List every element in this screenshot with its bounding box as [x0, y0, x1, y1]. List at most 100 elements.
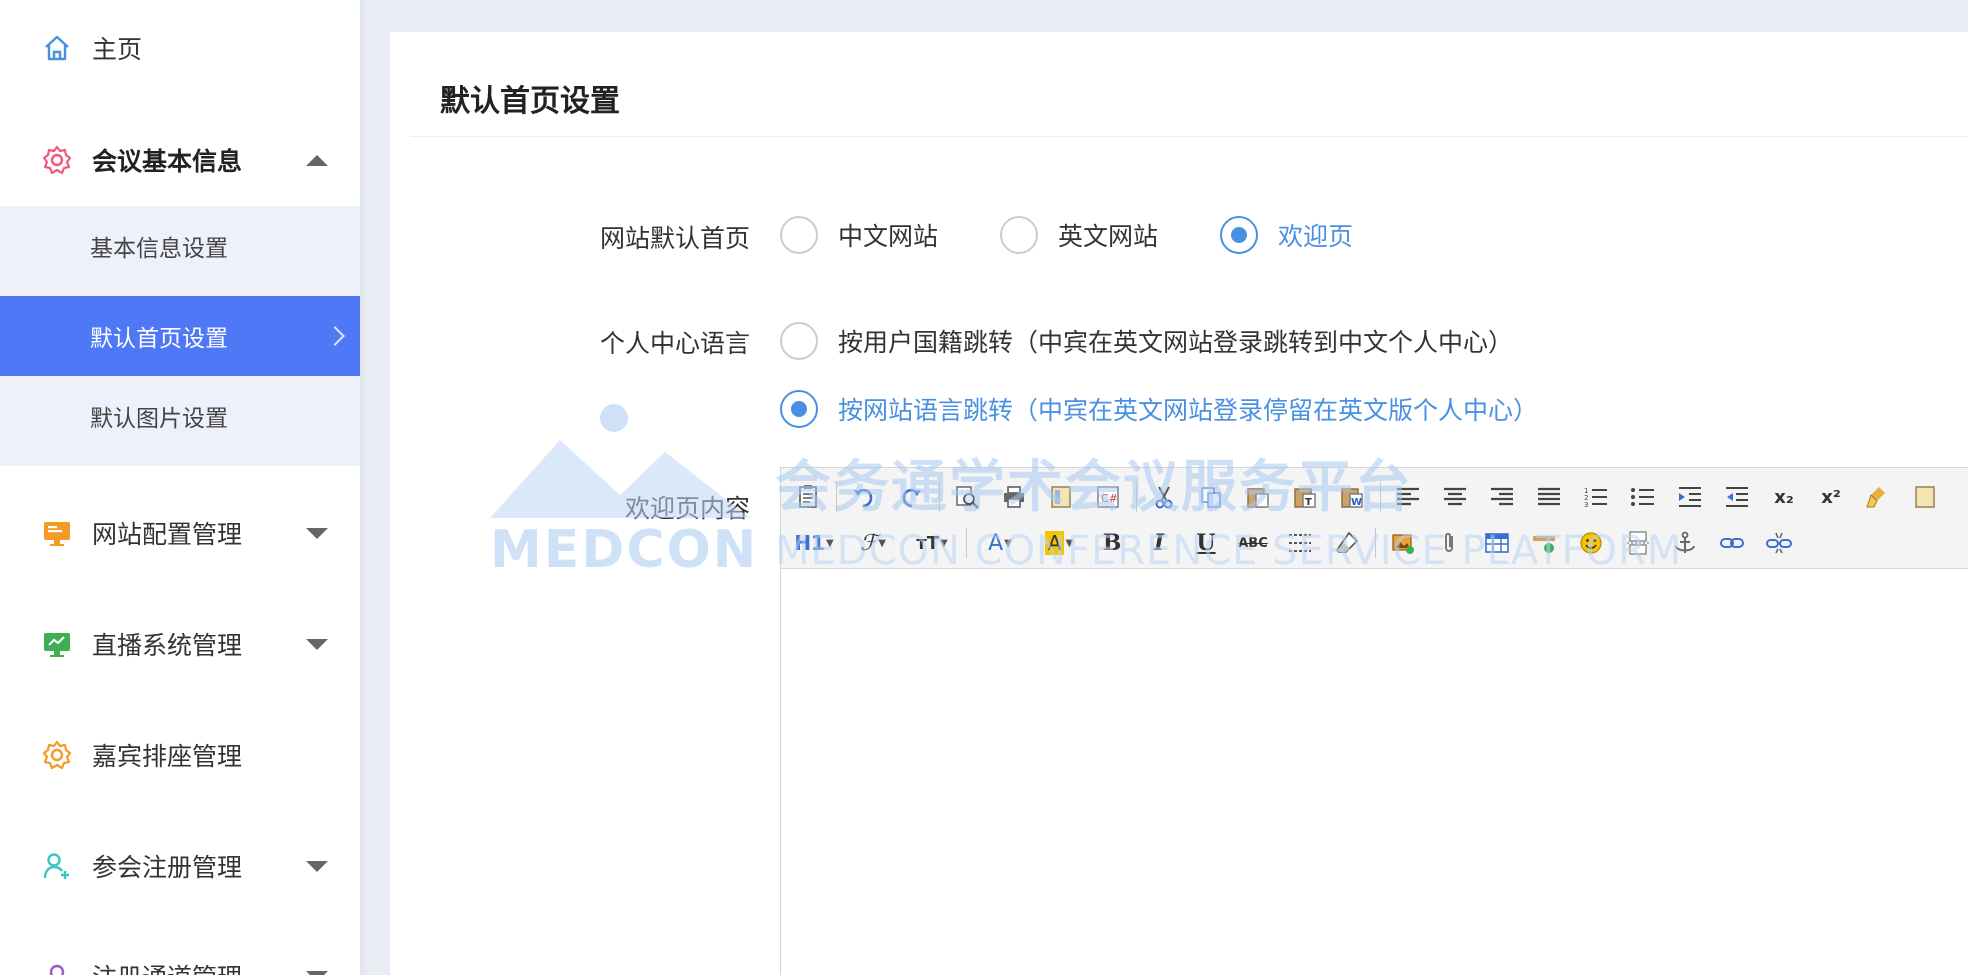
caret-down-icon	[306, 970, 328, 975]
dropdown-arrow-icon: ▼	[940, 537, 948, 549]
radio-circle	[780, 322, 818, 360]
subscript-icon[interactable]: x₂	[1765, 478, 1803, 516]
radio-label: 英文网站	[1058, 222, 1159, 251]
radio-label: 欢迎页	[1278, 222, 1354, 251]
sidebar-item-registration-channel[interactable]: 注册通道管理	[0, 946, 360, 975]
radio-by-site-language[interactable]: 按网站语言跳转（中宾在英文网站登录停留在英文版个人中心）	[780, 390, 1538, 428]
link-icon[interactable]	[1713, 524, 1751, 562]
preview-icon[interactable]	[948, 478, 986, 516]
toolbar-separator	[1136, 482, 1137, 512]
code-icon[interactable]: C#	[1089, 478, 1127, 516]
clear-format-brush-icon[interactable]	[1859, 478, 1897, 516]
font-size-icon: тT	[916, 532, 939, 554]
svg-text:T: T	[1305, 497, 1312, 508]
font-color-label: A	[988, 530, 1004, 556]
default-home-label: 网站默认首页	[599, 224, 750, 253]
bg-color-dropdown[interactable]: A ▼	[1034, 524, 1084, 562]
sidebar-subitem-default-home[interactable]: 默认首页设置	[0, 296, 360, 376]
redo-icon[interactable]	[892, 478, 930, 516]
paste-text-icon[interactable]: T	[1286, 478, 1324, 516]
outdent-icon[interactable]	[1718, 478, 1756, 516]
superscript-label: x²	[1821, 486, 1841, 508]
align-center-icon[interactable]	[1436, 478, 1474, 516]
sidebar-subitem-default-image[interactable]: 默认图片设置	[0, 376, 360, 456]
caret-down-icon	[306, 860, 328, 872]
bg-color-label: A	[1044, 531, 1065, 555]
sidebar-item-registration[interactable]: 参会注册管理	[0, 836, 360, 896]
strikethrough-button[interactable]: ABC	[1234, 524, 1272, 562]
heading-dropdown[interactable]: H1 ▼	[789, 524, 839, 562]
radio-english-site[interactable]: 英文网站	[1000, 216, 1158, 254]
unlink-icon[interactable]	[1760, 524, 1798, 562]
paste-word-icon[interactable]: W	[1333, 478, 1371, 516]
dropdown-arrow-icon: ▼	[1004, 537, 1012, 549]
radio-circle	[1000, 216, 1038, 254]
sidebar-item-website-config[interactable]: 网站配置管理	[0, 503, 360, 563]
rich-text-editor[interactable]: C# T W 123 x₂ x² H1 ▼ ℱ ▼ тT ▼ A ▼ A ▼ B…	[780, 467, 1968, 975]
user-icon	[40, 959, 74, 975]
svg-text:C#: C#	[1101, 492, 1118, 505]
page-title: 默认首页设置	[440, 84, 620, 119]
italic-button[interactable]: I	[1140, 524, 1178, 562]
svg-text:3: 3	[1584, 501, 1588, 509]
cut-icon[interactable]	[1145, 478, 1183, 516]
align-left-icon[interactable]	[1389, 478, 1427, 516]
radio-label: 按用户国籍跳转（中宾在英文网站登录跳转到中文个人中心）	[838, 328, 1514, 357]
undo-icon[interactable]	[845, 478, 883, 516]
attachment-icon[interactable]	[1431, 524, 1469, 562]
font-family-dropdown[interactable]: ℱ ▼	[848, 524, 898, 562]
sidebar-item-meeting-info[interactable]: 会议基本信息	[0, 130, 360, 190]
underline-button[interactable]: U	[1187, 524, 1225, 562]
radio-welcome-page[interactable]: 欢迎页	[1220, 216, 1353, 254]
horizontal-rule-icon[interactable]	[1281, 524, 1319, 562]
sidebar-item-home[interactable]: 主页	[0, 18, 360, 78]
align-justify-icon[interactable]	[1530, 478, 1568, 516]
sidebar-item-live-system[interactable]: 直播系统管理	[0, 614, 360, 674]
caret-down-icon	[306, 638, 328, 650]
emoji-icon[interactable]	[1572, 524, 1610, 562]
toolbar-row-2: H1 ▼ ℱ ▼ тT ▼ A ▼ A ▼ B I U ABC	[789, 522, 1807, 564]
copy-icon[interactable]	[1192, 478, 1230, 516]
indent-icon[interactable]	[1671, 478, 1709, 516]
radio-circle	[780, 216, 818, 254]
heading-label: H1	[794, 531, 825, 555]
chevron-right-icon	[325, 326, 345, 346]
insert-frame-icon[interactable]	[1525, 524, 1563, 562]
subitem-label: 默认图片设置	[90, 406, 228, 432]
settings-panel: 默认首页设置 网站默认首页 中文网站 英文网站 欢迎页 个人中心语言 按用户国籍…	[390, 32, 1968, 975]
source-icon[interactable]	[789, 478, 827, 516]
toolbar-separator	[1380, 482, 1381, 512]
sidebar: 主页 会议基本信息 基本信息设置 默认首页设置 默认图片设置 网站配置管理 直播…	[0, 0, 360, 975]
strike-label: ABC	[1238, 535, 1268, 551]
bold-label: B	[1102, 530, 1122, 556]
eraser-icon[interactable]	[1328, 524, 1366, 562]
radio-circle	[780, 390, 818, 428]
ordered-list-icon[interactable]: 123	[1577, 478, 1615, 516]
more-icon[interactable]	[1906, 478, 1944, 516]
radio-label: 按网站语言跳转（中宾在英文网站登录停留在英文版个人中心）	[838, 396, 1539, 425]
user-add-icon	[40, 849, 74, 883]
sidebar-item-guest-seating[interactable]: 嘉宾排座管理	[0, 725, 360, 785]
sidebar-item-label: 嘉宾排座管理	[92, 742, 243, 771]
anchor-icon[interactable]	[1666, 524, 1704, 562]
paste-icon[interactable]	[1239, 478, 1277, 516]
font-color-dropdown[interactable]: A ▼	[975, 524, 1025, 562]
radio-by-nationality[interactable]: 按用户国籍跳转（中宾在英文网站登录跳转到中文个人中心）	[780, 322, 1513, 360]
bold-button[interactable]: B	[1093, 524, 1131, 562]
editor-toolbar: C# T W 123 x₂ x² H1 ▼ ℱ ▼ тT ▼ A ▼ A ▼ B…	[781, 468, 1968, 569]
template-icon[interactable]	[1042, 478, 1080, 516]
superscript-icon[interactable]: x²	[1812, 478, 1850, 516]
table-icon[interactable]	[1478, 524, 1516, 562]
sidebar-subitem-basic-info[interactable]: 基本信息设置	[0, 206, 360, 286]
editor-content-area[interactable]	[781, 568, 1968, 975]
toolbar-separator	[836, 482, 837, 512]
font-family-icon: ℱ	[860, 530, 878, 556]
page-break-icon[interactable]	[1619, 524, 1657, 562]
toolbar-separator	[1375, 528, 1376, 558]
print-icon[interactable]	[995, 478, 1033, 516]
align-right-icon[interactable]	[1483, 478, 1521, 516]
radio-chinese-site[interactable]: 中文网站	[780, 216, 938, 254]
font-size-dropdown[interactable]: тT ▼	[907, 524, 957, 562]
unordered-list-icon[interactable]	[1624, 478, 1662, 516]
insert-image-icon[interactable]	[1384, 524, 1422, 562]
